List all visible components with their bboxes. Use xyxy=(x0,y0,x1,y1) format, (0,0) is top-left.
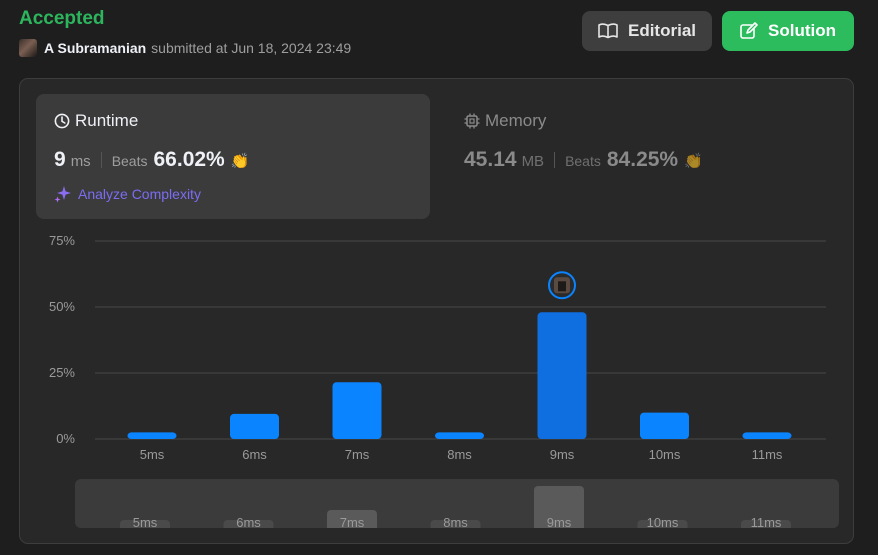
y-tick-label: 75% xyxy=(49,233,75,248)
submission-time: submitted at Jun 18, 2024 23:49 xyxy=(151,40,352,56)
minimap-label: 11ms xyxy=(751,515,782,528)
solution-button[interactable]: Solution xyxy=(722,11,854,51)
x-tick-label: 10ms xyxy=(649,447,681,462)
x-tick-label: 5ms xyxy=(140,447,165,462)
x-tick-label: 6ms xyxy=(242,447,267,462)
avatar[interactable] xyxy=(19,39,37,57)
minimap-label: 10ms xyxy=(647,515,679,528)
x-tick-label: 7ms xyxy=(345,447,370,462)
y-tick-label: 0% xyxy=(56,431,75,446)
bar-6ms[interactable] xyxy=(230,413,279,439)
submission-info: A Subramanian submitted at Jun 18, 2024 … xyxy=(19,39,351,57)
minimap-label: 5ms xyxy=(133,515,158,528)
minimap-label: 9ms xyxy=(547,515,572,528)
x-tick-label: 9ms xyxy=(550,447,575,462)
status-accepted: Accepted xyxy=(19,8,105,29)
result-card: Runtime 9 ms Beats 66.02% 👏 Analyze Comp… xyxy=(19,78,854,544)
minimap-label: 7ms xyxy=(340,515,365,528)
submitter-name[interactable]: A Subramanian xyxy=(44,40,146,56)
chart-range-slider[interactable]: 5ms 6ms 7ms 8ms 9ms 10ms 11ms xyxy=(75,479,839,528)
bar-10ms[interactable] xyxy=(640,412,689,439)
x-tick-label: 11ms xyxy=(752,447,783,462)
y-tick-label: 50% xyxy=(49,299,75,314)
solution-label: Solution xyxy=(768,21,836,40)
editorial-label: Editorial xyxy=(627,21,696,40)
y-tick-label: 25% xyxy=(49,365,75,380)
editorial-button[interactable]: Editorial xyxy=(582,11,712,51)
x-tick-label: 8ms xyxy=(447,447,472,462)
bar-5ms[interactable] xyxy=(127,432,177,439)
bar-9ms[interactable] xyxy=(537,312,587,439)
minimap-svg: 5ms 6ms 7ms 8ms 9ms 10ms 11ms xyxy=(120,486,791,528)
bar-11ms[interactable] xyxy=(742,432,792,439)
minimap-label: 8ms xyxy=(443,515,468,528)
runtime-distribution-chart: 0% 25% 50% 75% 5ms 6ms 7ms 8ms 9ms 10ms 11ms xyxy=(49,233,826,462)
edit-icon xyxy=(740,22,758,39)
bar-7ms[interactable] xyxy=(332,382,382,439)
minimap-label: 6ms xyxy=(236,515,261,528)
submission-marker-avatar[interactable] xyxy=(548,271,576,300)
book-icon xyxy=(598,23,618,39)
bar-8ms[interactable] xyxy=(435,432,484,439)
